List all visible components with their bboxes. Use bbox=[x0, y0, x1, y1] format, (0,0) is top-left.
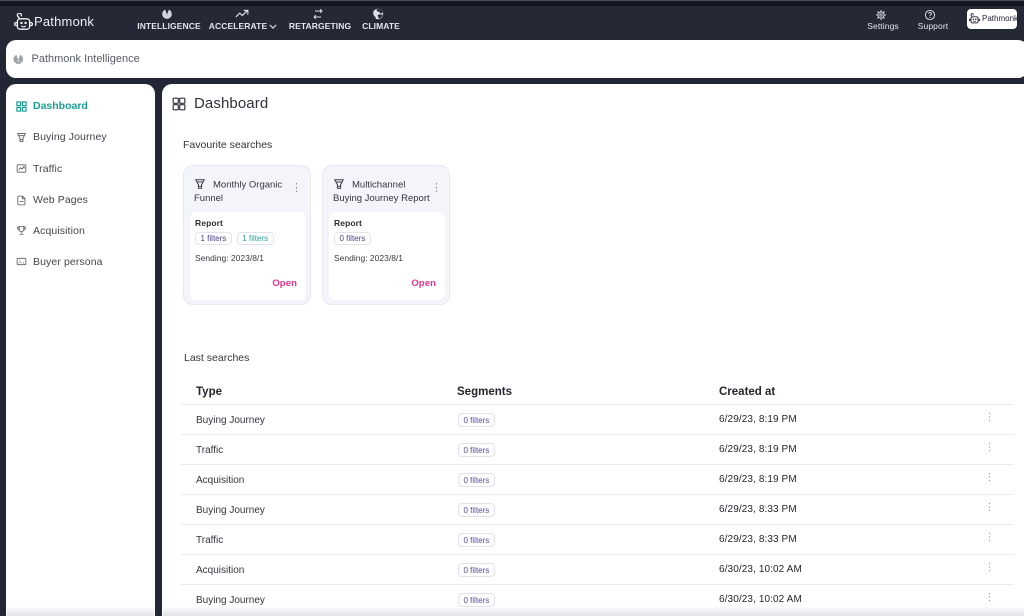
svg-text:A: A bbox=[19, 259, 23, 264]
